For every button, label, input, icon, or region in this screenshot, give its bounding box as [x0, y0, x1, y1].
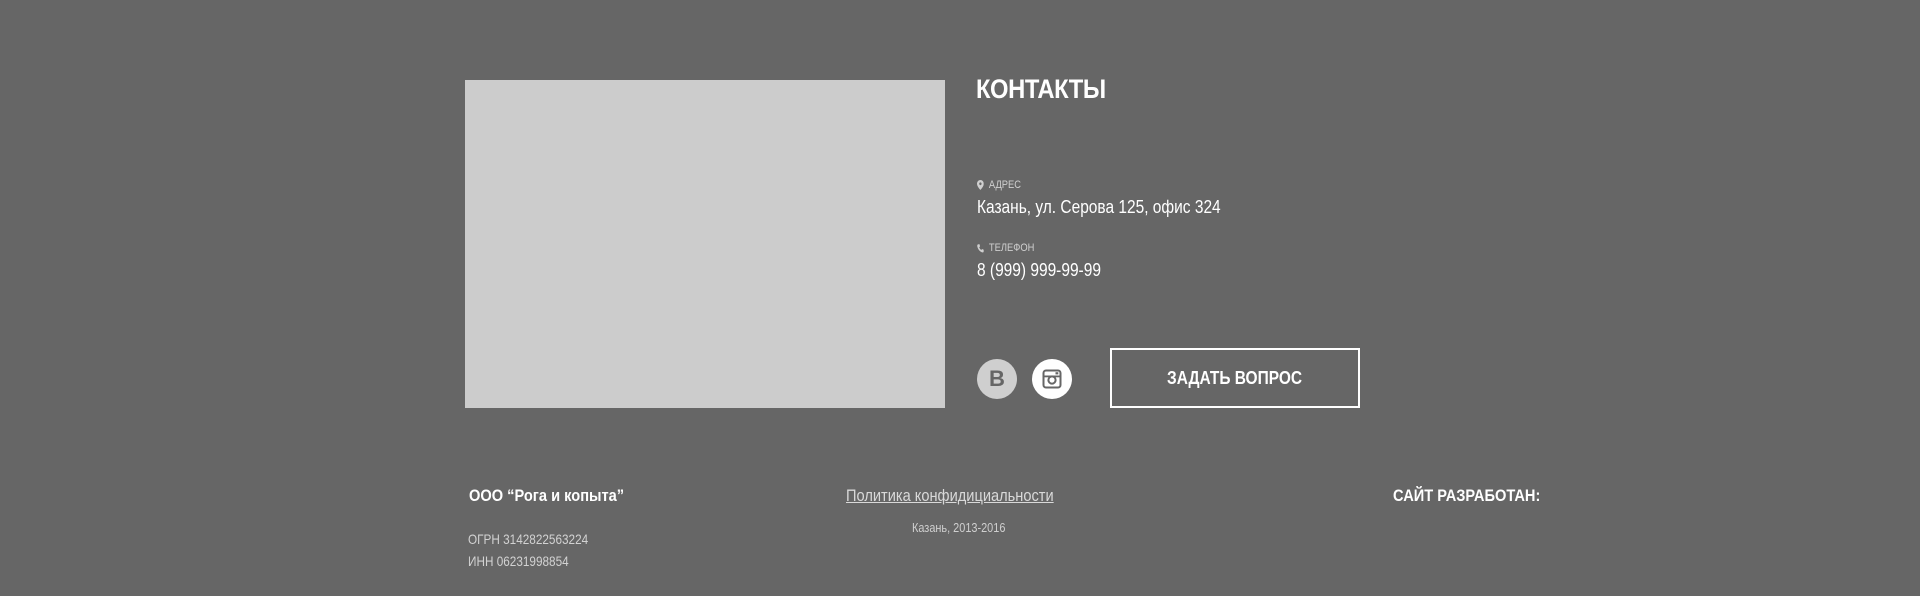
copyright-text: Казань, 2013-2016: [912, 520, 1006, 535]
phone-icon: [977, 243, 984, 252]
privacy-policy-link[interactable]: Политика конфидициальности: [846, 486, 1054, 506]
address-value: Казань, ул. Серова 125, офис 324: [977, 197, 1221, 217]
instagram-button[interactable]: [1032, 359, 1072, 399]
contacts-section: КОНТАКТЫ АДРЕС Казань, ул. Серова 125, о…: [0, 0, 1920, 596]
company-name: ООО “Рога и копыта”: [469, 486, 625, 505]
phone-value[interactable]: 8 (999) 999-99-99: [977, 260, 1101, 281]
address-label: АДРЕС: [988, 179, 1022, 191]
map-placeholder[interactable]: [465, 80, 945, 408]
address-label-row: АДРЕС: [977, 179, 1021, 191]
vk-icon: B: [989, 366, 1005, 391]
instagram-icon: [1042, 369, 1062, 389]
developer-label: САЙТ РАЗРАБОТАН:: [1393, 486, 1541, 505]
inn-number: ИНН 06231998854: [468, 553, 569, 569]
ask-question-button[interactable]: ЗАДАТЬ ВОПРОС: [1110, 348, 1360, 408]
phone-label: ТЕЛЕФОН: [988, 242, 1035, 254]
phone-label-row: ТЕЛЕФОН: [977, 242, 1034, 254]
ask-question-button-label: ЗАДАТЬ ВОПРОС: [1167, 367, 1303, 388]
location-pin-icon: [977, 180, 984, 190]
contacts-title: КОНТАКТЫ: [976, 74, 1106, 104]
vk-button[interactable]: B: [977, 359, 1017, 399]
ogrn-number: ОГРН 3142822563224: [468, 531, 589, 547]
